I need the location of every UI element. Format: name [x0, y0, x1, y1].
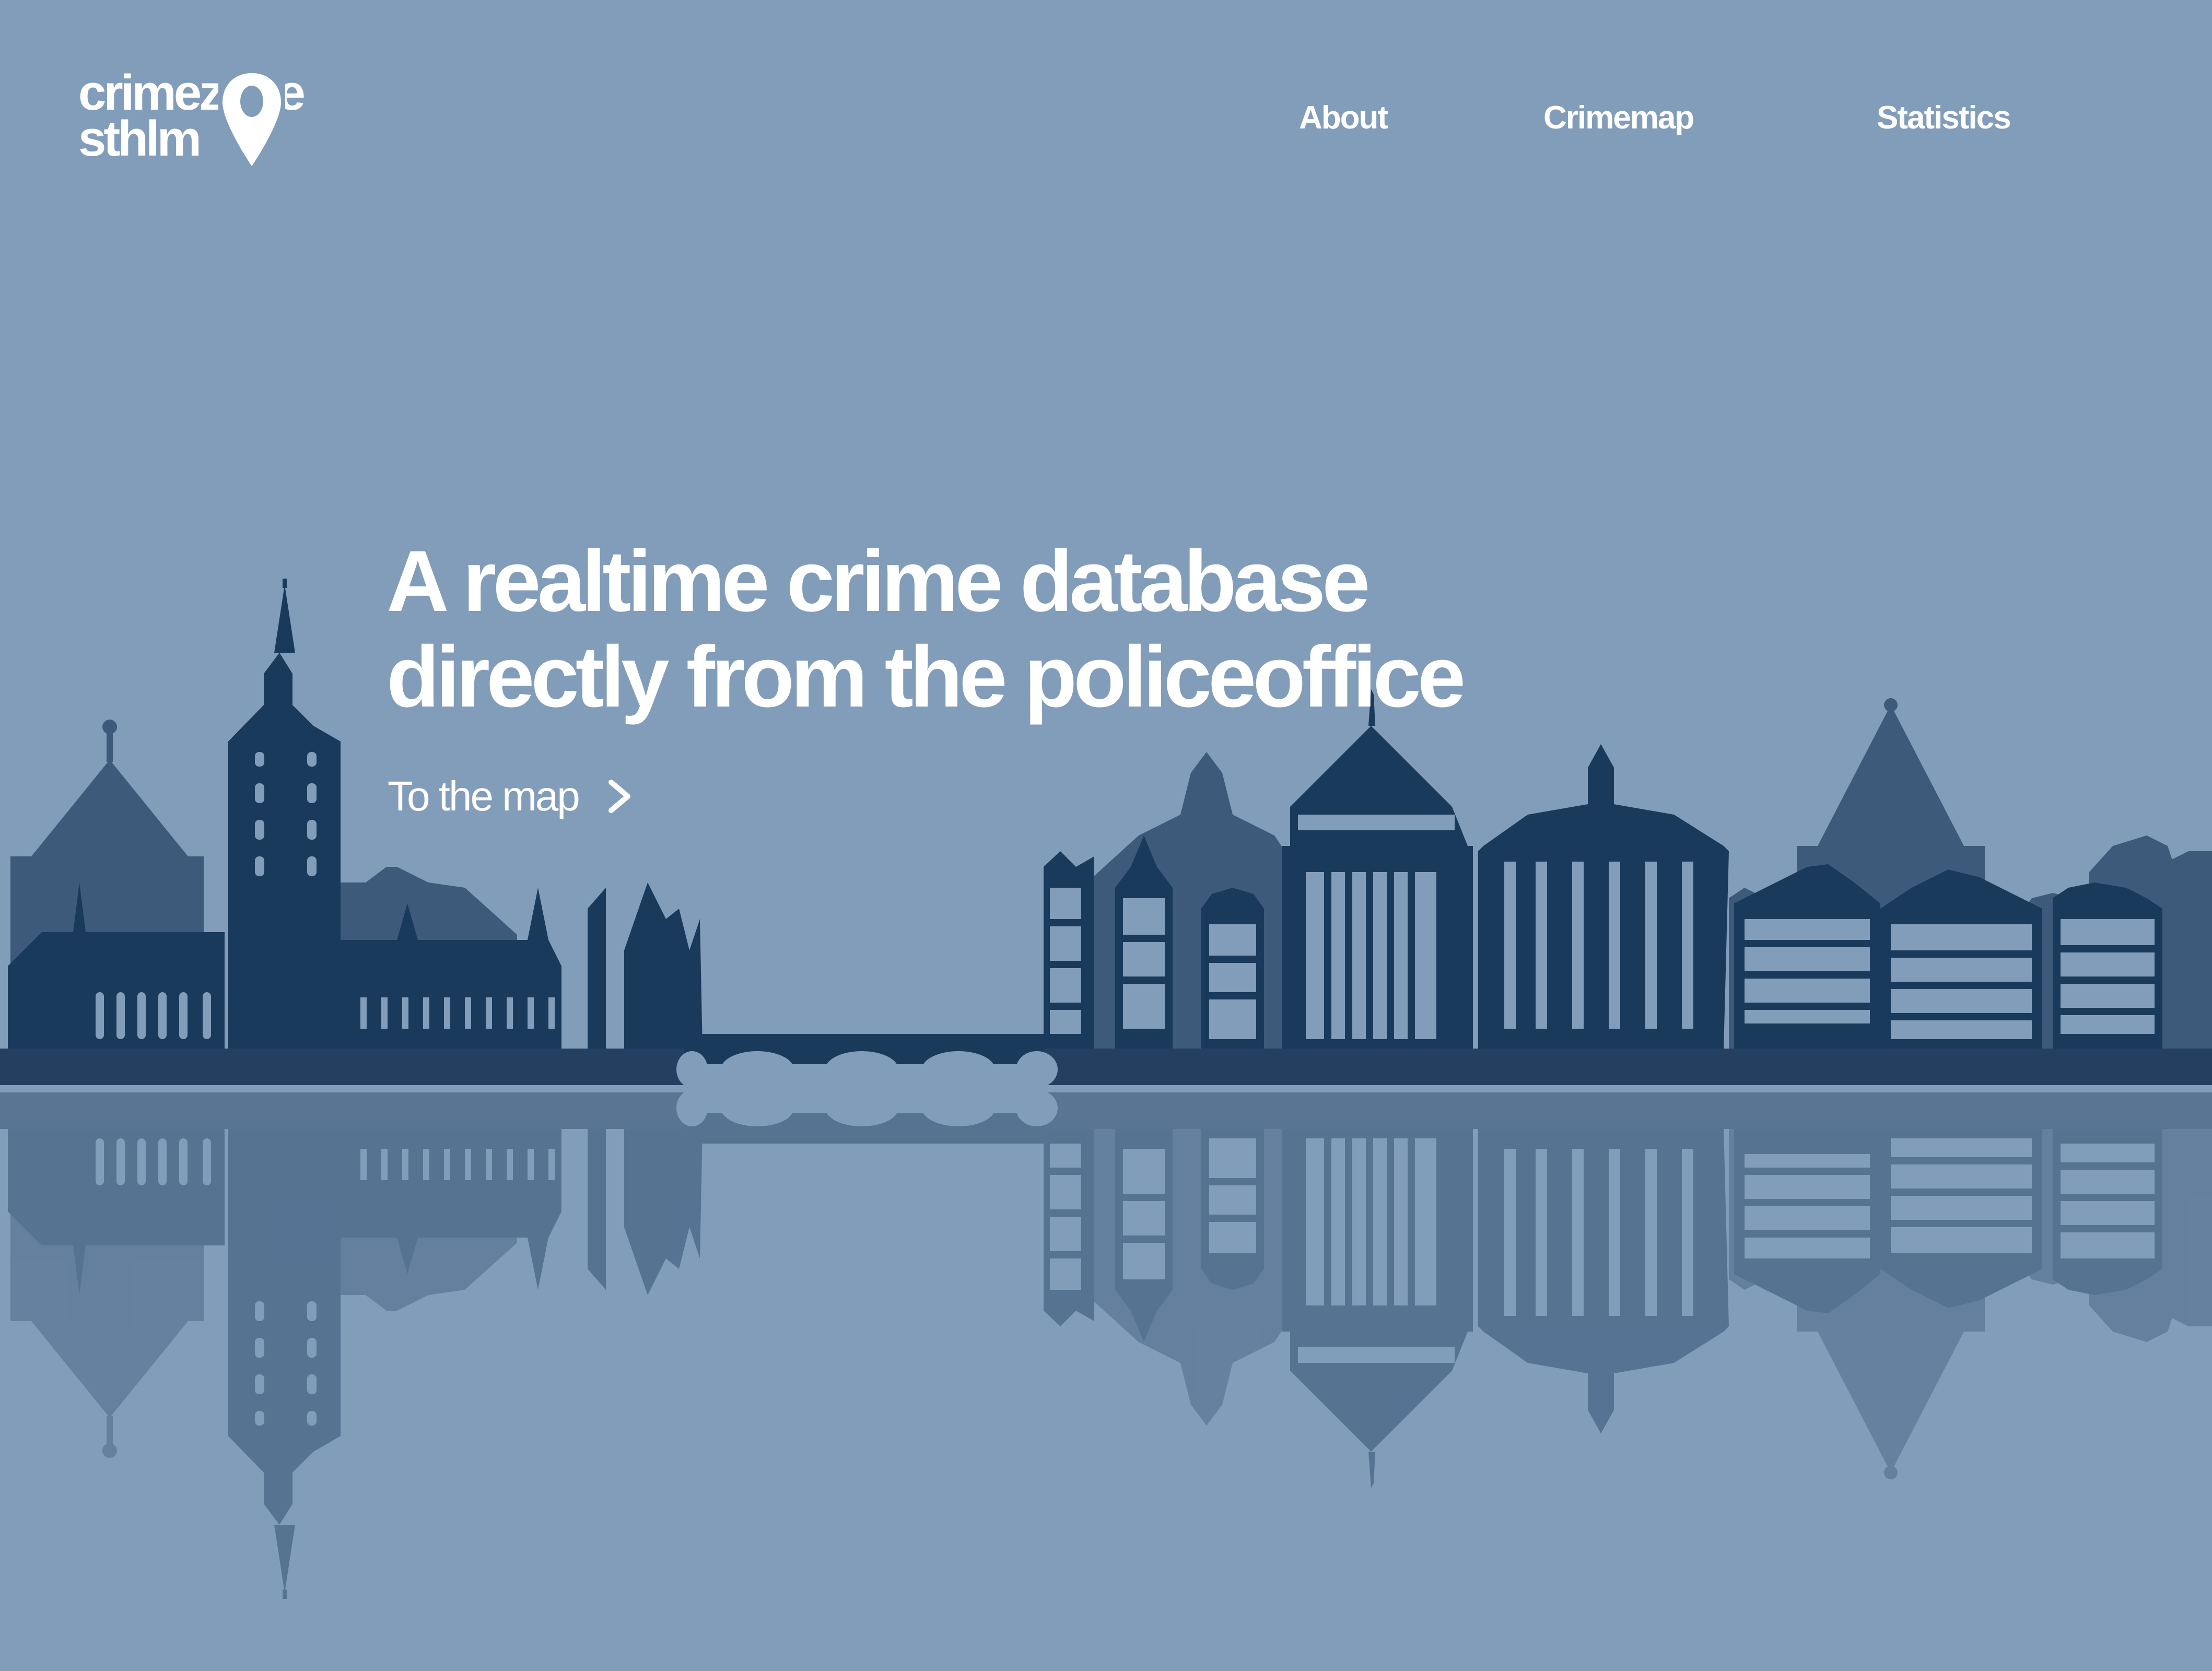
hero-headline-line2: directly from the policeoffice	[387, 629, 1466, 725]
chevron-right-icon	[608, 780, 630, 813]
logo-wordmark-line2: sthlm	[78, 111, 202, 167]
skyline-illustration	[0, 579, 2212, 1599]
hero-page: crimezone sthlm About Crimemap Statistic…	[0, 0, 2212, 1671]
nav-link-about[interactable]: About	[1299, 99, 1388, 136]
to-the-map-link[interactable]: To the map	[388, 768, 634, 825]
brand-logo[interactable]: crimezone sthlm	[78, 68, 340, 168]
nav-link-crimemap[interactable]: Crimemap	[1543, 99, 1694, 136]
cta-label: To the map	[388, 773, 580, 819]
location-pin-icon	[218, 71, 285, 168]
nav-link-statistics[interactable]: Statistics	[1877, 99, 2011, 136]
hero-headline: A realtime crime database directly from t…	[387, 533, 1466, 725]
hero-headline-line1: A realtime crime database	[387, 533, 1370, 630]
